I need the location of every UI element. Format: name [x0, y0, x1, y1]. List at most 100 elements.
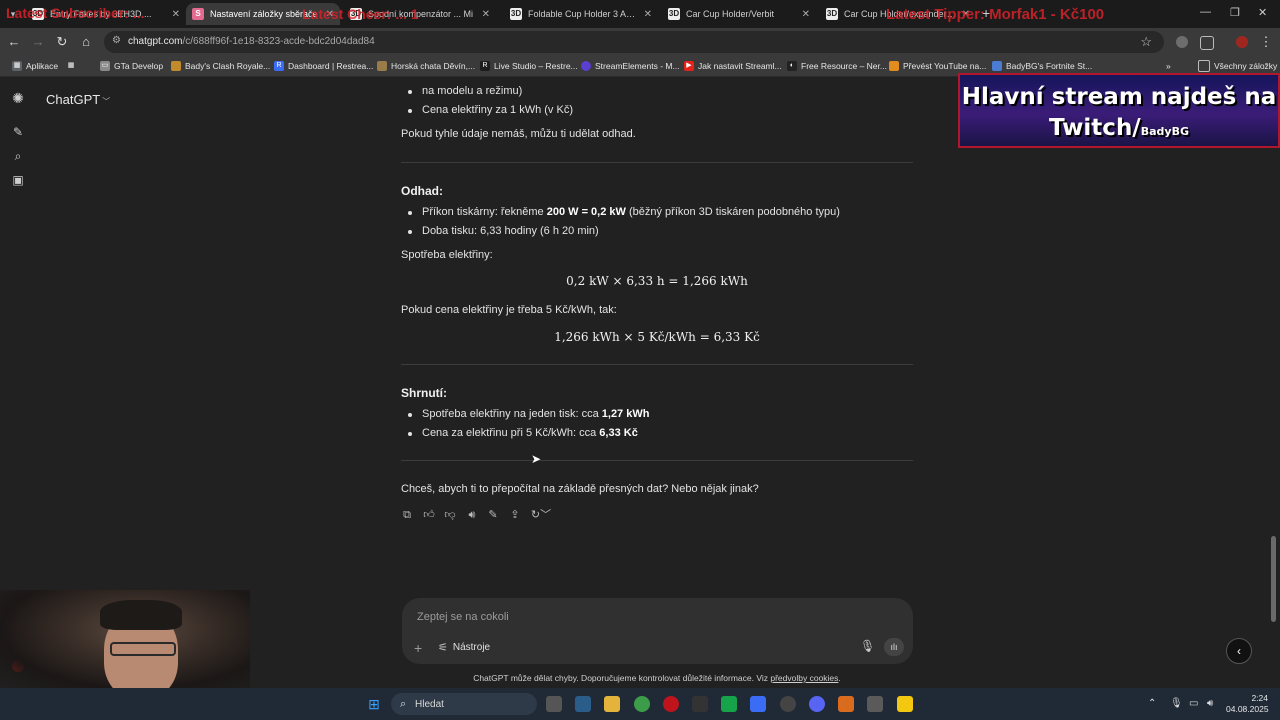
regenerate-icon[interactable]: ↻﹀ [529, 507, 553, 523]
tray-overflow-icon[interactable]: ⌃ [1148, 698, 1156, 709]
site-info-icon[interactable]: ⚙ [112, 35, 121, 46]
spreadsheet-icon[interactable] [721, 696, 737, 712]
chrome-icon[interactable] [634, 696, 650, 712]
bookmark-item[interactable]: Převést YouTube na... [889, 59, 986, 73]
sticky-notes-icon[interactable] [897, 696, 913, 712]
taskbar-clock[interactable]: 2:24 04.08.2025 [1226, 693, 1269, 715]
close-icon[interactable]: ✕ [482, 9, 490, 20]
bookmark-item[interactable]: Bady's Clash Royale... [171, 59, 270, 73]
bookmark-item[interactable]: Horská chata Děvín,... [377, 59, 475, 73]
mic-tray-icon[interactable]: 🎙︎ [1170, 698, 1183, 709]
settings-icon[interactable] [780, 696, 796, 712]
forward-icon[interactable]: → [30, 34, 46, 50]
bookmark-label: Jak nastavit Streaml... [698, 61, 782, 71]
file-explorer-icon[interactable] [604, 696, 620, 712]
bookmarks-overflow-button[interactable]: » [1166, 59, 1171, 73]
tab-car-cup-expander[interactable]: 3D Car Cup Holder/expander for ✕ [820, 3, 976, 25]
tab-active[interactable]: S Nastavení záložky sběrače ✕ [186, 3, 340, 25]
banner-line2-text: Twitch/ [1049, 115, 1141, 141]
restore-icon[interactable]: ❐ [1230, 6, 1240, 19]
microphone-icon[interactable]: 🎙︎ [860, 639, 875, 653]
task-view-icon[interactable] [546, 696, 562, 712]
close-icon[interactable]: ✕ [172, 9, 180, 20]
tools-button[interactable]: ⚟ Nástroje [438, 641, 490, 654]
copilot-icon[interactable] [575, 696, 591, 712]
list-item: Doba tisku: 6,33 hodiny (6 h 20 min) [408, 225, 599, 237]
disclaimer-text: ChatGPT může dělat chyby. Doporučujeme k… [473, 673, 771, 683]
library-icon[interactable]: ▣ [10, 172, 26, 188]
thumbs-up-icon[interactable]: 👍︎ [421, 507, 437, 523]
bookmark-item[interactable]: ◐ Free Resource – Ner... [787, 59, 887, 73]
tab-car-cup-holder[interactable]: 3D Car Cup Holder/Verbit ✕ [662, 3, 816, 25]
bookmark-item[interactable]: BadyBG's Fortnite St... [992, 59, 1092, 73]
voice-mode-icon[interactable]: ılı [884, 638, 904, 656]
bookmark-label: StreamElements - M... [595, 61, 680, 71]
openai-logo-icon[interactable]: ✺ [10, 90, 26, 106]
tab-search-icon[interactable]: ▾ [6, 7, 20, 21]
grid-icon: ▦ [12, 61, 22, 71]
scrollbar-thumb[interactable] [1271, 536, 1276, 622]
calculator-icon[interactable] [867, 696, 883, 712]
prompt-input[interactable] [415, 608, 899, 626]
share-icon[interactable]: ⇪ [507, 507, 523, 523]
volume-icon[interactable]: 🔊︎ [1207, 698, 1213, 709]
close-icon[interactable]: ✕ [802, 9, 810, 20]
bookmark-item[interactable]: ▶ Jak nastavit Streaml... [684, 59, 782, 73]
webcam-hair [100, 600, 182, 630]
opera-icon[interactable] [663, 696, 679, 712]
attach-plus-icon[interactable]: + [414, 640, 422, 656]
bookmark-star-icon[interactable]: ☆ [1140, 34, 1152, 50]
tab-kompenzator[interactable]: 3D Spodní kompenzátor ... Mi ✕ [344, 3, 496, 25]
network-icon[interactable]: ▭ [1189, 698, 1198, 709]
folder-icon [1198, 60, 1210, 72]
close-icon[interactable]: ✕ [326, 9, 334, 20]
new-tab-button[interactable]: + [982, 5, 990, 21]
tab-entry-fakes[interactable]: 3D Entry Fakes by 3EH3D ... ✕ [26, 3, 186, 25]
bookmark-item[interactable]: R Dashboard | Restrea... [274, 59, 373, 73]
banner-line1: Hlavní stream najdeš na [961, 84, 1277, 110]
address-bar[interactable]: ⚙ chatgpt.com/c/688ff96f-1e18-8323-acde-… [104, 31, 1164, 53]
close-icon[interactable]: ✕ [644, 9, 652, 20]
discord-icon[interactable] [809, 696, 825, 712]
search-icon: ⌕ [400, 698, 407, 710]
bookmark-item[interactable]: R Live Studio – Restre... [480, 59, 578, 73]
home-icon[interactable]: ⌂ [78, 34, 94, 50]
editor-icon[interactable] [750, 696, 766, 712]
cookie-preferences-link[interactable]: předvolby cookies [770, 673, 838, 683]
thumbs-down-icon[interactable]: 👎︎ [442, 507, 458, 523]
bookmark-item[interactable]: ▦ Aplikace [12, 59, 58, 73]
tab-title: Car Cup Holder/Verbit [686, 9, 775, 19]
edit-icon[interactable]: ✎ [485, 507, 501, 523]
model-selector[interactable]: ChatGPT ﹀ [46, 92, 110, 107]
app-icon[interactable] [692, 696, 708, 712]
slicer-icon[interactable] [838, 696, 854, 712]
windows-start-icon[interactable]: ⊞ [366, 696, 382, 712]
chevron-left-icon[interactable]: ‹ [1226, 638, 1252, 664]
read-aloud-icon[interactable]: 🔊︎ [464, 507, 480, 523]
menu-kebab-icon[interactable]: ⋮ [1258, 34, 1274, 50]
close-window-icon[interactable]: ✕ [1258, 6, 1267, 19]
chevron-down-icon: ﹀ [102, 97, 111, 106]
taskbar-search[interactable]: ⌕ Hledat [391, 693, 537, 715]
copy-icon[interactable]: ⧉ [399, 507, 415, 523]
bookmark-item[interactable]: ▭ GTa Develop [100, 59, 163, 73]
printables-icon: 3D [350, 8, 362, 20]
list-item: Příkon tiskárny: řekněme 200 W = 0,2 kW … [408, 206, 840, 218]
bookmark-apps-grid[interactable]: ▦ [66, 59, 80, 73]
extension-icon[interactable] [1176, 36, 1188, 48]
reload-icon[interactable]: ↻ [54, 34, 70, 50]
printables-icon: 3D [32, 8, 44, 20]
profile-avatar[interactable] [1236, 36, 1248, 48]
folder-icon: ▭ [100, 61, 110, 71]
consumption-label: Spotřeba elektřiny: [401, 249, 493, 261]
close-icon[interactable]: ✕ [962, 9, 970, 20]
bookmark-label: Převést YouTube na... [903, 61, 987, 71]
all-bookmarks-button[interactable]: Všechny záložky [1198, 59, 1277, 73]
search-icon[interactable]: ⌕ [10, 148, 26, 164]
back-icon[interactable]: ← [6, 34, 22, 50]
new-chat-icon[interactable]: ✎ [10, 124, 26, 140]
extensions-puzzle-icon[interactable] [1200, 36, 1214, 50]
bookmark-item[interactable]: StreamElements - M... [581, 59, 680, 73]
minimize-icon[interactable]: — [1200, 6, 1211, 18]
tab-foldable-cup-holder[interactable]: 3D Foldable Cup Holder 3 ADNT ✕ [504, 3, 658, 25]
